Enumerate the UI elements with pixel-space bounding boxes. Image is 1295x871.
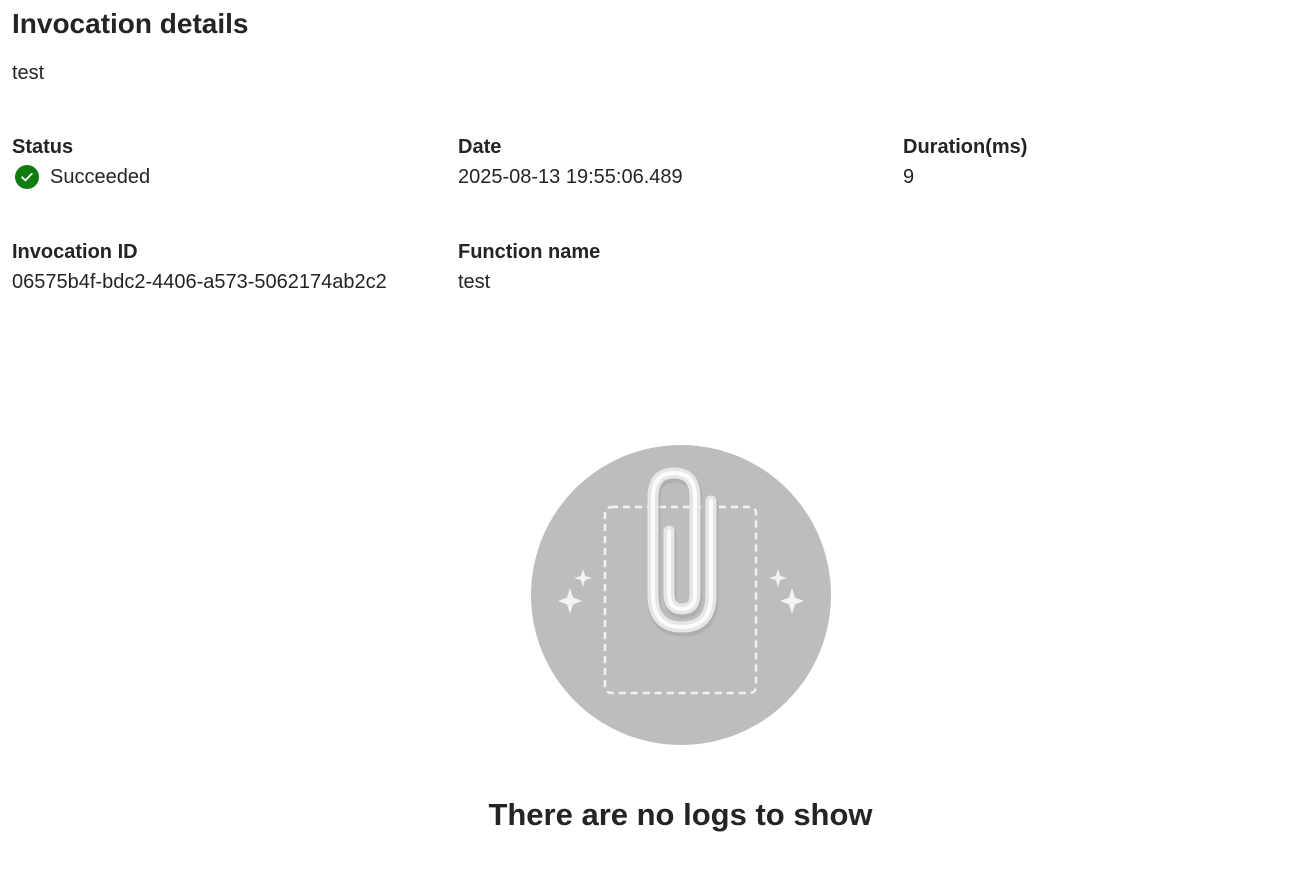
status-label: Status [12, 136, 74, 158]
duration-label: Duration(ms) [903, 136, 1028, 158]
invocation-id-value: 06575b4f-bdc2-4406-a573-5062174ab2c2 [12, 271, 387, 293]
date-field: Date 2025-08-13 19:55:06.489 [458, 134, 683, 190]
invocation-id-label: Invocation ID [12, 241, 138, 263]
function-name-value: test [458, 271, 491, 293]
duration-value: 9 [903, 166, 915, 188]
duration-field: Duration(ms) 9 [903, 134, 1027, 190]
paperclip-icon [531, 445, 831, 745]
date-value: 2025-08-13 19:55:06.489 [458, 166, 683, 188]
status-text: Succeeded [50, 166, 151, 188]
function-subtitle: test [12, 62, 45, 84]
status-field: Status Succeeded [12, 134, 150, 190]
empty-logs-illustration [531, 445, 831, 745]
status-value: Succeeded [12, 164, 150, 190]
check-circle-icon [15, 165, 39, 189]
date-label: Date [458, 136, 502, 158]
empty-logs-message: There are no logs to show [488, 797, 873, 832]
invocation-id-field: Invocation ID 06575b4f-bdc2-4406-a573-50… [12, 239, 387, 295]
page-title: Invocation details [12, 8, 249, 39]
function-name-field: Function name test [458, 239, 600, 295]
function-name-label: Function name [458, 241, 601, 263]
